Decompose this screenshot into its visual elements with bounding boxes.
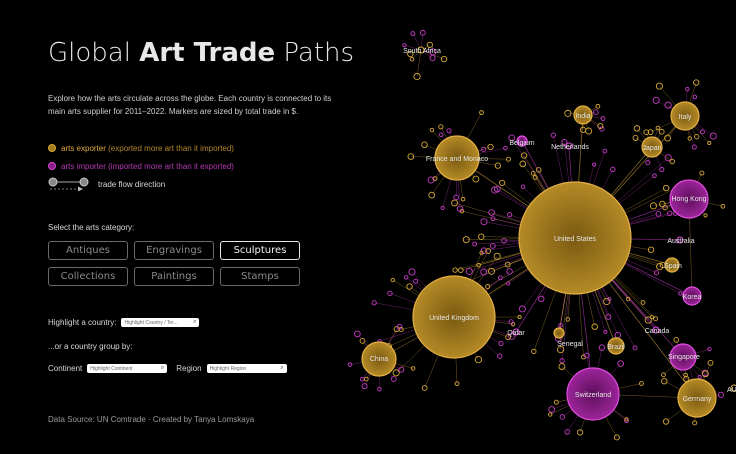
- exporter-dot-icon: [48, 144, 56, 152]
- country-marker[interactable]: [531, 348, 537, 355]
- country-marker[interactable]: [603, 297, 611, 306]
- country-marker[interactable]: [697, 374, 702, 380]
- country-marker[interactable]: [707, 359, 714, 366]
- label-china: China: [370, 356, 388, 363]
- highlight-region-input[interactable]: Highlight Region ⌕: [206, 364, 287, 373]
- page-title: Global Art Trade Paths: [48, 38, 355, 68]
- country-marker[interactable]: [507, 212, 513, 218]
- flow-direction-icon: [48, 177, 90, 191]
- country-marker[interactable]: [614, 331, 622, 339]
- country-marker[interactable]: [640, 300, 646, 305]
- country-marker[interactable]: [553, 399, 559, 405]
- country-marker[interactable]: [699, 170, 705, 176]
- country-marker[interactable]: [654, 270, 660, 276]
- country-marker[interactable]: [446, 128, 452, 134]
- importer-dot-icon: [48, 162, 56, 170]
- category-antiques-button[interactable]: Antiques: [48, 241, 128, 260]
- country-marker[interactable]: [653, 316, 659, 322]
- label-netherlands: Netherlands: [551, 144, 589, 151]
- country-marker[interactable]: [632, 345, 638, 351]
- label-united-kingdom: United Kingdom: [429, 315, 479, 322]
- label-singapore: Singapore: [668, 354, 700, 361]
- node-senegal[interactable]: [553, 327, 565, 339]
- country-marker[interactable]: [603, 329, 608, 334]
- country-marker[interactable]: [487, 143, 494, 151]
- group-label: ...or a country group by:: [48, 342, 133, 351]
- country-marker[interactable]: [438, 124, 444, 130]
- label-spain: Spain: [664, 263, 682, 270]
- country-marker[interactable]: [652, 96, 660, 104]
- legend-flow: trade flow direction: [48, 175, 234, 193]
- label-senegal: Senegal: [557, 341, 583, 348]
- search-icon: ⌕: [280, 365, 284, 371]
- highlight-country-label: Highlight a country:: [48, 318, 117, 327]
- label-australia: Australia: [667, 238, 694, 245]
- category-stamps-button[interactable]: Stamps: [220, 267, 300, 286]
- category-collections-button[interactable]: Collections: [48, 267, 128, 286]
- legend-importer: arts importer (imported more art than it…: [48, 157, 234, 175]
- label-brazil: Brazil: [607, 344, 625, 351]
- label-hong-kong: Hong Kong: [671, 196, 706, 203]
- label-korea: Korea: [683, 294, 702, 301]
- label-india: India: [575, 113, 590, 120]
- country-nodes: [361, 46, 736, 421]
- country-marker[interactable]: [499, 179, 506, 187]
- label-germany: Germany: [683, 396, 712, 403]
- country-marker[interactable]: [440, 55, 448, 63]
- country-marker[interactable]: [639, 381, 644, 386]
- country-marker[interactable]: [494, 162, 501, 169]
- highlight-country-row: Highlight a country: Highlight Country /…: [48, 318, 200, 327]
- legend: arts exporter (exported more art than it…: [48, 139, 234, 193]
- search-icon: ⌕: [160, 365, 165, 371]
- label-canada: Canada: [645, 328, 670, 335]
- group-row: Continent Highlight Continent ⌕ Region Hi…: [48, 364, 287, 373]
- footer-credits: Data Source: UN Comtrade · Created by Ta…: [48, 415, 255, 424]
- label-united-states: United States: [554, 236, 597, 243]
- label-japan: Japan: [642, 145, 661, 152]
- category-label: Select the arts category:: [48, 223, 135, 232]
- country-marker[interactable]: [692, 94, 698, 100]
- label-italy: Italy: [679, 114, 692, 121]
- category-selector: Antiques Engravings Sculptures Collectio…: [48, 241, 300, 286]
- country-marker[interactable]: [409, 56, 415, 62]
- continent-label: Continent: [48, 364, 83, 373]
- country-marker[interactable]: [479, 110, 484, 115]
- category-sculptures-button[interactable]: Sculptures: [220, 241, 300, 260]
- description: Explore how the arts circulate across th…: [48, 94, 332, 116]
- category-engravings-button[interactable]: Engravings: [134, 241, 214, 260]
- country-marker[interactable]: [402, 43, 407, 48]
- label-switzerland: Switzerland: [575, 392, 611, 399]
- country-marker[interactable]: [647, 246, 655, 253]
- label-france-and-monaco: France and Monaco: [426, 156, 488, 163]
- search-icon: ⌕: [193, 319, 197, 325]
- label-qatar: Qatar: [507, 330, 525, 337]
- country-marker[interactable]: [452, 267, 458, 273]
- label-au: AU: [727, 387, 736, 394]
- label-south-africa: South Africa: [403, 48, 441, 55]
- country-marker[interactable]: [451, 199, 458, 207]
- country-marker[interactable]: [421, 385, 428, 391]
- country-marker[interactable]: [649, 202, 657, 210]
- category-paintings-button[interactable]: Paintings: [134, 267, 214, 286]
- legend-exporter: arts exporter (exported more art than it…: [48, 139, 234, 157]
- label-belgium: Belgium: [509, 140, 534, 147]
- country-marker[interactable]: [655, 211, 662, 217]
- country-marker[interactable]: [548, 406, 556, 413]
- highlight-country-input[interactable]: Highlight Country / Ter... ⌕: [121, 318, 200, 327]
- highlight-continent-input[interactable]: Highlight Continent ⌕: [87, 364, 168, 373]
- region-label: Region: [176, 364, 202, 373]
- country-marker[interactable]: [387, 290, 393, 296]
